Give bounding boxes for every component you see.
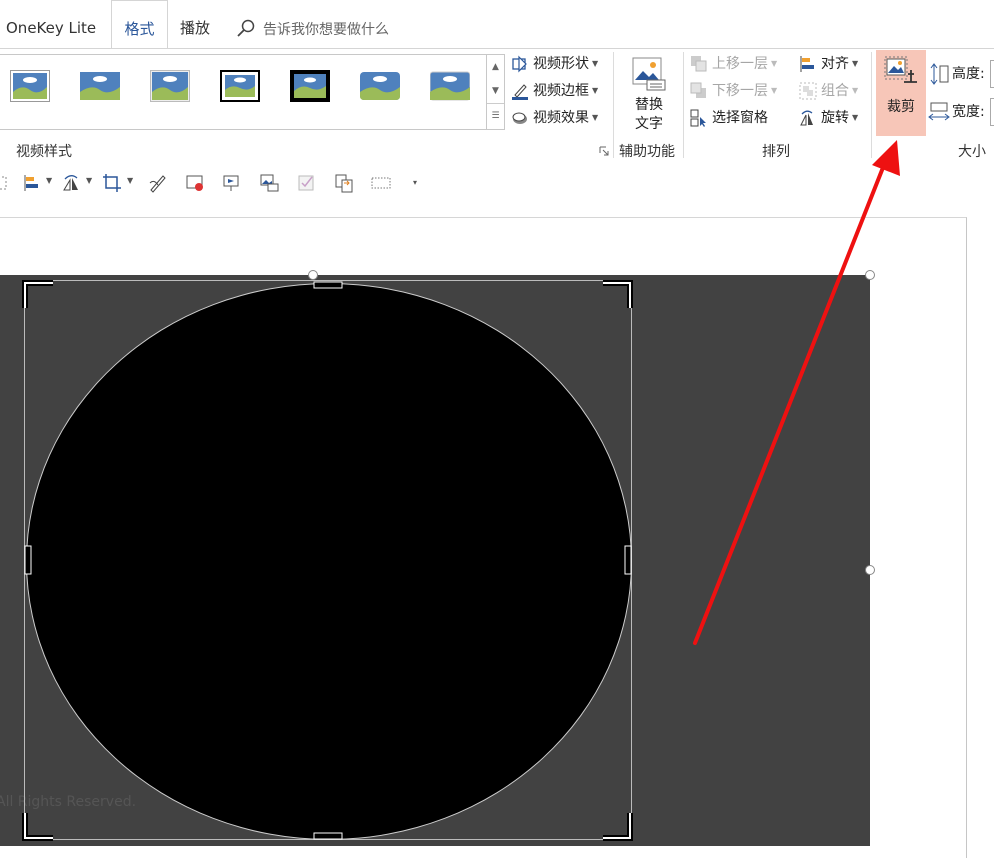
toolbar-edge-icon[interactable] (0, 173, 12, 193)
dialog-launcher-icon[interactable] (599, 146, 609, 156)
group-label: 组合 (821, 83, 849, 99)
image-toolbar-icon[interactable] (259, 173, 279, 193)
video-style-gallery (0, 54, 487, 130)
height-label: 高度: (952, 66, 985, 82)
rotate-toolbar-icon[interactable] (62, 173, 82, 193)
height-input[interactable] (990, 60, 994, 88)
oval-video-shape[interactable] (26, 283, 632, 840)
video-style-thumb-6[interactable] (360, 70, 400, 102)
rotate-icon (800, 110, 813, 126)
group-icon (799, 82, 817, 100)
record-toolbar-icon[interactable] (185, 173, 205, 193)
presentation-toolbar-icon[interactable] (222, 173, 242, 193)
video-border-label: 视频边框 (533, 83, 589, 99)
selection-pane-icon (690, 109, 706, 127)
rotate-label: 旋转 (821, 110, 849, 126)
video-effects-icon (512, 112, 527, 124)
video-shape-label: 视频形状 (533, 56, 589, 72)
bring-forward-icon (691, 56, 707, 72)
arrange-group-label: 排列 (762, 144, 790, 160)
video-shape-icon (512, 55, 527, 73)
alt-text-button[interactable]: 替换 文字 (624, 54, 674, 138)
group-button[interactable]: 组合 ▼ (799, 79, 858, 103)
align-toolbar-icon[interactable] (22, 173, 42, 193)
video-style-thumb-2[interactable] (80, 70, 120, 102)
video-border-button[interactable]: 视频边框 ▼ (511, 79, 598, 103)
width-input[interactable] (990, 98, 994, 126)
video-shape-button[interactable]: 视频形状 ▼ (511, 52, 598, 76)
align-dropdown-icon[interactable]: ▼ (46, 176, 52, 185)
tab-onekey-lite[interactable]: OneKey Lite (6, 0, 96, 47)
align-button[interactable]: 对齐 ▼ (799, 52, 858, 76)
crop-icon (884, 56, 917, 83)
video-style-thumb-7[interactable] (430, 70, 470, 102)
pen-toolbar-icon[interactable] (148, 173, 168, 193)
toolbar-overflow-icon[interactable]: ▾ (413, 178, 417, 187)
video-border-icon (512, 84, 528, 100)
video-styles-group-label: 视频样式 (16, 144, 72, 160)
resize-handle-right[interactable] (865, 565, 875, 575)
gallery-more-icon[interactable]: ☰ (487, 103, 504, 128)
video-effects-label: 视频效果 (533, 110, 589, 126)
send-backward-label: 下移一层 (712, 83, 768, 99)
gallery-scroll-up-icon[interactable]: ▲ (487, 55, 504, 79)
selection-pane-button[interactable]: 选择窗格 (690, 106, 768, 130)
resize-handle-top-right[interactable] (865, 270, 875, 280)
video-style-thumb-3[interactable] (150, 70, 190, 102)
size-group-label: 大小 (958, 144, 986, 160)
group-separator (613, 52, 614, 158)
crop-label: 裁剪 (887, 99, 915, 115)
video-style-thumb-4[interactable] (220, 70, 260, 102)
textbox-toolbar-icon[interactable] (371, 173, 391, 193)
video-effects-button[interactable]: 视频效果 ▼ (511, 106, 598, 130)
alt-text-icon (632, 57, 666, 91)
group-separator (683, 52, 684, 158)
video-style-thumb-1[interactable] (10, 70, 50, 102)
search-icon[interactable] (236, 18, 256, 38)
bring-forward-label: 上移一层 (712, 56, 768, 72)
gallery-scrollbar: ▲ ▼ ☰ (486, 54, 505, 130)
selection-pane-label: 选择窗格 (712, 110, 768, 126)
tell-me-input[interactable]: 告诉我你想要做什么 (263, 19, 389, 39)
height-icon (930, 63, 949, 85)
alt-text-label-line1: 替换 (635, 97, 663, 113)
video-style-thumb-5[interactable] (290, 70, 330, 102)
gallery-scroll-down-icon[interactable]: ▼ (487, 79, 504, 103)
accessibility-group-label: 辅助功能 (619, 144, 675, 160)
send-backward-button[interactable]: 下移一层 ▼ (690, 79, 777, 103)
crop-dropdown-icon[interactable]: ▼ (127, 176, 133, 185)
crop-toolbar-icon[interactable] (102, 173, 122, 193)
width-icon (928, 102, 950, 121)
align-label: 对齐 (821, 56, 849, 72)
rotate-dropdown-icon[interactable]: ▼ (86, 176, 92, 185)
width-label: 宽度: (952, 104, 985, 120)
tab-play[interactable]: 播放 (180, 0, 210, 47)
send-backward-icon (690, 82, 706, 98)
tab-format[interactable]: 格式 (111, 0, 168, 48)
alt-text-label-line2: 文字 (635, 116, 663, 132)
export-toolbar-icon[interactable] (334, 173, 354, 193)
align-icon (800, 56, 814, 72)
checkbox-toolbar-icon[interactable] (297, 173, 317, 193)
resize-handle-top[interactable] (308, 270, 318, 280)
rotate-button[interactable]: 旋转 ▼ (799, 106, 858, 130)
group-separator (871, 52, 872, 158)
crop-button[interactable]: 裁剪 (876, 50, 926, 136)
bring-forward-button[interactable]: 上移一层 ▼ (690, 52, 777, 76)
